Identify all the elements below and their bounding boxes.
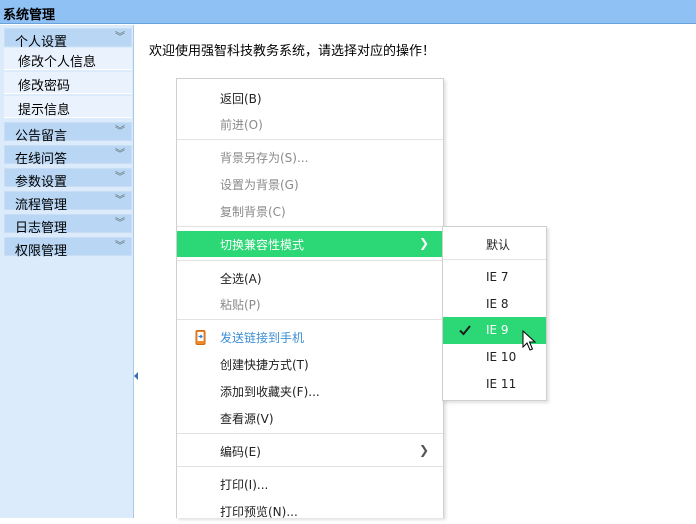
menu-separator [177,226,443,227]
menu-item-label: 全选(A) [220,272,262,286]
sidebar-item-edit-profile[interactable]: 修改个人信息 [4,48,132,70]
submenu-item-label: IE 9 [486,323,509,337]
menu-item-copy-background[interactable]: 复制背景(C) [177,198,443,224]
submenu-item-label: IE 10 [486,350,517,364]
submenu-item-ie8[interactable]: IE 8 [443,291,546,318]
sidebar-item-label: 提示信息 [18,103,71,118]
chevron-down-icon: ︾ [115,195,125,206]
submenu-item-label: IE 8 [486,297,509,311]
chevron-down-icon: ︾ [115,126,125,137]
collapse-sidebar-icon[interactable] [134,372,138,380]
menu-item-label: 添加到收藏夹(F)... [220,385,320,399]
menu-item-compat-mode[interactable]: 切换兼容性模式 ❯ [177,231,443,257]
menu-item-label: 查看源(V) [220,412,274,426]
sidebar-item-label: 修改个人信息 [18,55,97,70]
sidebar-section-label: 公告留言 [15,129,68,144]
sidebar-section-online-qa[interactable]: 在线问答 ︾ [4,145,132,167]
checkmark-icon [459,325,471,336]
menu-item-label: 打印预览(N)... [220,505,298,519]
menu-item-label: 打印(I)... [220,478,269,492]
compat-submenu: 默认 IE 7 IE 8 IE 9 IE 10 IE 11 [442,226,547,401]
submenu-item-default[interactable]: 默认 [443,230,546,257]
menu-item-encoding[interactable]: 编码(E) ❯ [177,438,443,464]
chevron-down-icon: ︾ [115,32,125,43]
menu-separator [177,260,443,261]
chevron-right-icon: ❯ [418,236,429,250]
menu-separator [177,466,443,467]
chevron-down-icon: ︾ [115,241,125,252]
window-title: 系统管理 [3,8,56,23]
menu-separator [177,319,443,320]
sidebar-item-notices[interactable]: 提示信息 [4,96,132,118]
menu-item-select-all[interactable]: 全选(A) [177,265,443,291]
menu-item-label: 设置为背景(G) [220,178,299,192]
menu-item-save-background[interactable]: 背景另存为(S)... [177,144,443,170]
menu-item-label: 复制背景(C) [220,205,286,219]
sidebar-section-label: 流程管理 [15,198,68,213]
sidebar: 个人设置 ︾ 修改个人信息 修改密码 提示信息 公告留言 ︾ 在线问答 ︾ 参数… [0,25,134,518]
sidebar-section-label: 在线问答 [15,152,68,167]
welcome-message: 欢迎使用强智科技教务系统，请选择对应的操作！ [149,44,436,59]
sidebar-item-change-password[interactable]: 修改密码 [4,72,132,94]
menu-item-label: 背景另存为(S)... [220,151,309,165]
title-bar: 系统管理 [0,0,696,24]
phone-send-icon [195,330,206,345]
menu-item-forward[interactable]: 前进(O) [177,111,443,137]
chevron-down-icon: ︾ [115,172,125,183]
menu-item-label: 粘贴(P) [220,298,261,312]
submenu-item-ie11[interactable]: IE 11 [443,371,546,398]
sidebar-section-logs[interactable]: 日志管理 ︾ [4,214,132,236]
menu-item-create-shortcut[interactable]: 创建快捷方式(T) [177,351,443,377]
sidebar-section-label: 日志管理 [15,221,68,236]
menu-item-label: 发送链接到手机 [220,331,305,345]
sidebar-section-workflow[interactable]: 流程管理 ︾ [4,191,132,213]
mouse-cursor-icon [522,330,536,351]
menu-item-print[interactable]: 打印(I)... [177,471,443,497]
menu-item-set-background[interactable]: 设置为背景(G) [177,171,443,197]
chevron-down-icon: ︾ [115,149,125,160]
sidebar-section-parameters[interactable]: 参数设置 ︾ [4,168,132,190]
chevron-right-icon: ❯ [418,443,429,457]
sidebar-section-label: 权限管理 [15,244,68,259]
sidebar-item-label: 修改密码 [18,79,71,94]
chevron-down-icon: ︾ [115,218,125,229]
sidebar-section-label: 参数设置 [15,175,68,190]
menu-item-label: 返回(B) [220,92,262,106]
menu-item-label: 编码(E) [220,445,261,459]
submenu-item-label: IE 11 [486,377,517,391]
menu-separator [177,139,443,140]
menu-item-paste[interactable]: 粘贴(P) [177,291,443,317]
menu-separator [443,259,546,260]
menu-item-send-to-phone[interactable]: 发送链接到手机 [177,324,443,350]
submenu-item-ie7[interactable]: IE 7 [443,264,546,291]
menu-separator [177,433,443,434]
sidebar-section-personal[interactable]: 个人设置 ︾ [4,28,132,50]
menu-item-label: 切换兼容性模式 [220,238,305,252]
menu-item-back[interactable]: 返回(B) [177,85,443,111]
menu-item-label: 创建快捷方式(T) [220,358,309,372]
context-menu: 返回(B) 前进(O) 背景另存为(S)... 设置为背景(G) 复制背景(C)… [176,78,444,519]
menu-item-print-preview[interactable]: 打印预览(N)... [177,498,443,524]
sidebar-section-announcements[interactable]: 公告留言 ︾ [4,122,132,144]
submenu-item-label: 默认 [486,238,511,252]
sidebar-section-permissions[interactable]: 权限管理 ︾ [4,237,132,259]
submenu-item-label: IE 7 [486,270,509,284]
menu-item-add-favorites[interactable]: 添加到收藏夹(F)... [177,378,443,404]
menu-item-view-source[interactable]: 查看源(V) [177,405,443,431]
menu-item-label: 前进(O) [220,118,263,132]
